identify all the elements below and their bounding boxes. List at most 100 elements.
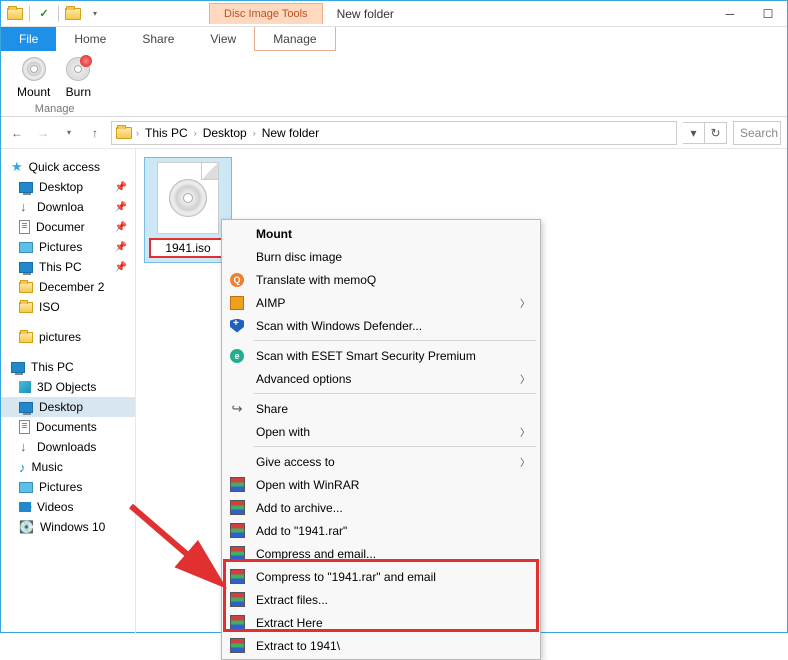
forward-button[interactable]: → bbox=[33, 123, 53, 143]
defender-icon bbox=[230, 319, 244, 333]
sidebar-item-pictures[interactable]: Pictures📌 bbox=[1, 237, 135, 257]
sidebar-this-pc[interactable]: This PC bbox=[1, 357, 135, 377]
menu-give-access[interactable]: Give access to〉 bbox=[224, 450, 538, 473]
winrar-icon bbox=[230, 592, 245, 607]
menu-compress-to-email[interactable]: Compress to "1941.rar" and email bbox=[224, 565, 538, 588]
ribbon-group-manage: Mount Burn Manage bbox=[9, 53, 100, 114]
window-title: New folder bbox=[337, 7, 394, 21]
menu-extract-here[interactable]: Extract Here bbox=[224, 611, 538, 634]
up-button[interactable]: ↑ bbox=[85, 123, 105, 143]
back-button[interactable]: ← bbox=[7, 123, 27, 143]
menu-extract-files[interactable]: Extract files... bbox=[224, 588, 538, 611]
address-bar[interactable]: › This PC › Desktop › New folder bbox=[111, 121, 677, 145]
sidebar-item-downloads2[interactable]: Downloads bbox=[1, 437, 135, 457]
pictures-icon bbox=[19, 242, 33, 253]
menu-separator bbox=[254, 340, 536, 341]
menu-burn-disc[interactable]: Burn disc image bbox=[224, 245, 538, 268]
sidebar-quick-access[interactable]: ★Quick access bbox=[1, 157, 135, 177]
sidebar-item-music[interactable]: ♪Music bbox=[1, 457, 135, 477]
chevron-right-icon[interactable]: › bbox=[253, 128, 256, 138]
iso-file-icon bbox=[157, 162, 219, 234]
sidebar-item-windows10[interactable]: 💽Windows 10 bbox=[1, 517, 135, 537]
document-icon bbox=[19, 420, 30, 434]
sidebar-item-iso[interactable]: ISO bbox=[1, 297, 135, 317]
quick-access-toolbar: ✓ ▾ bbox=[1, 4, 109, 24]
menu-eset[interactable]: eScan with ESET Smart Security Premium bbox=[224, 344, 538, 367]
menu-separator bbox=[254, 446, 536, 447]
menu-compress-email[interactable]: Compress and email... bbox=[224, 542, 538, 565]
menu-open-with[interactable]: Open with〉 bbox=[224, 420, 538, 443]
winrar-icon bbox=[230, 569, 245, 584]
pc-icon bbox=[19, 262, 33, 273]
sidebar-item-documents[interactable]: Documer📌 bbox=[1, 217, 135, 237]
maximize-button[interactable]: ☐ bbox=[749, 2, 787, 26]
download-icon bbox=[19, 201, 31, 213]
crumb-newfolder[interactable]: New folder bbox=[260, 126, 321, 140]
tab-share[interactable]: Share bbox=[124, 27, 192, 51]
folder-icon bbox=[19, 332, 33, 343]
sidebar-item-december[interactable]: December 2 bbox=[1, 277, 135, 297]
mount-button[interactable]: Mount bbox=[13, 53, 54, 101]
qat-new-folder-icon[interactable] bbox=[63, 4, 83, 24]
menu-add-archive[interactable]: Add to archive... bbox=[224, 496, 538, 519]
ribbon-group-label: Manage bbox=[35, 103, 75, 115]
menu-advanced[interactable]: Advanced options〉 bbox=[224, 367, 538, 390]
context-tab-label: Disc Image Tools bbox=[209, 3, 323, 24]
sidebar-item-3dobjects[interactable]: 3D Objects bbox=[1, 377, 135, 397]
sidebar-item-pictures2[interactable]: pictures bbox=[1, 327, 135, 347]
winrar-icon bbox=[230, 477, 245, 492]
document-icon bbox=[19, 220, 30, 234]
sidebar-item-thispc[interactable]: This PC📌 bbox=[1, 257, 135, 277]
file-item-iso[interactable]: 1941.iso bbox=[144, 157, 232, 263]
menu-add-to-rar[interactable]: Add to "1941.rar" bbox=[224, 519, 538, 542]
file-tab[interactable]: File bbox=[1, 27, 56, 51]
burn-button[interactable]: Burn bbox=[60, 53, 96, 101]
ribbon-tabs: File Home Share View Manage bbox=[1, 27, 787, 51]
tab-home[interactable]: Home bbox=[56, 27, 124, 51]
chevron-right-icon[interactable]: › bbox=[136, 128, 139, 138]
crumb-desktop[interactable]: Desktop bbox=[201, 126, 249, 140]
eset-icon: e bbox=[230, 349, 244, 363]
winrar-icon bbox=[230, 546, 245, 561]
sidebar-item-desktop[interactable]: Desktop📌 bbox=[1, 177, 135, 197]
chevron-right-icon[interactable]: › bbox=[194, 128, 197, 138]
qat-folder-icon[interactable] bbox=[5, 4, 25, 24]
video-icon bbox=[19, 502, 31, 512]
menu-share[interactable]: ↪Share bbox=[224, 397, 538, 420]
tab-view[interactable]: View bbox=[192, 27, 254, 51]
crumb-thispc[interactable]: This PC bbox=[143, 126, 190, 140]
refresh-button[interactable]: ↻ bbox=[705, 122, 727, 144]
sidebar-item-videos[interactable]: Videos bbox=[1, 497, 135, 517]
menu-defender[interactable]: Scan with Windows Defender... bbox=[224, 314, 538, 337]
pin-icon: 📌 bbox=[115, 182, 127, 193]
menu-memoq[interactable]: QTranslate with memoQ bbox=[224, 268, 538, 291]
minimize-button[interactable]: ─ bbox=[711, 2, 749, 26]
sidebar-item-documents2[interactable]: Documents bbox=[1, 417, 135, 437]
desktop-icon bbox=[19, 402, 33, 413]
qat-customize-icon[interactable]: ▾ bbox=[85, 4, 105, 24]
memoq-icon: Q bbox=[230, 273, 244, 287]
menu-extract-to[interactable]: Extract to 1941\ bbox=[224, 634, 538, 657]
mount-label: Mount bbox=[17, 85, 50, 99]
tab-manage[interactable]: Manage bbox=[254, 27, 335, 51]
pin-icon: 📌 bbox=[115, 242, 127, 253]
menu-mount[interactable]: Mount bbox=[224, 222, 538, 245]
address-dropdown-icon[interactable]: ▾ bbox=[683, 122, 705, 144]
qat-properties-icon[interactable]: ✓ bbox=[34, 4, 54, 24]
menu-open-winrar[interactable]: Open with WinRAR bbox=[224, 473, 538, 496]
menu-aimp[interactable]: AIMP〉 bbox=[224, 291, 538, 314]
sidebar-item-downloads[interactable]: Downloa📌 bbox=[1, 197, 135, 217]
titlebar: ✓ ▾ Disc Image Tools New folder ─ ☐ bbox=[1, 1, 787, 27]
winrar-icon bbox=[230, 615, 245, 630]
desktop-icon bbox=[19, 182, 33, 193]
sidebar-item-pictures3[interactable]: Pictures bbox=[1, 477, 135, 497]
winrar-icon bbox=[230, 638, 245, 653]
recent-dropdown-icon[interactable]: ▾ bbox=[59, 123, 79, 143]
chevron-right-icon: 〉 bbox=[520, 454, 530, 469]
music-icon: ♪ bbox=[19, 460, 26, 475]
sidebar-item-desktop2[interactable]: Desktop bbox=[1, 397, 135, 417]
chevron-right-icon: 〉 bbox=[520, 371, 530, 386]
address-folder-icon bbox=[116, 127, 132, 139]
chevron-right-icon: 〉 bbox=[520, 295, 530, 310]
search-input[interactable]: Search bbox=[733, 121, 781, 145]
